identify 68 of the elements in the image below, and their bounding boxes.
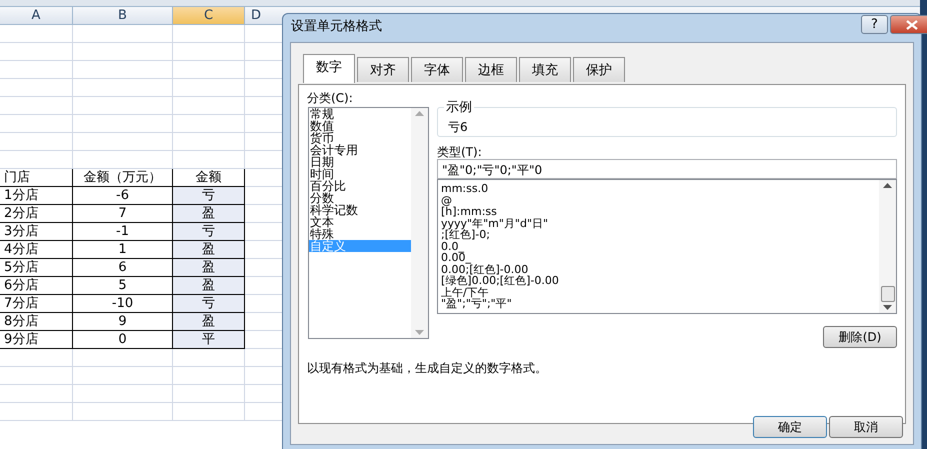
category-item[interactable]: 会计专用: [309, 144, 411, 156]
category-item[interactable]: 时间: [309, 168, 411, 180]
category-item[interactable]: 常规: [309, 108, 411, 120]
scrollbar-thumb[interactable]: [880, 286, 894, 302]
format-item[interactable]: 上午/下午: [441, 286, 879, 298]
table-cell: 5分店: [0, 259, 73, 277]
table-cell: 6分店: [0, 277, 73, 295]
tab[interactable]: 数字: [303, 54, 355, 82]
column-heading: 金额（万元）: [73, 169, 173, 187]
dialog-title: 设置单元格格式: [290, 18, 382, 36]
format-item[interactable]: 0.00;[红色]-0.00: [441, 264, 879, 275]
column-header[interactable]: B: [73, 7, 173, 25]
tab[interactable]: 字体: [411, 57, 463, 82]
tab[interactable]: 保护: [573, 57, 625, 82]
category-label: 分类(C):: [307, 90, 353, 107]
category-item[interactable]: 百分比: [309, 180, 411, 192]
table-cell: 亏: [173, 223, 245, 241]
category-item[interactable]: 数值: [309, 120, 411, 132]
format-item[interactable]: [h]:mm:ss: [441, 206, 879, 218]
category-item[interactable]: 日期: [309, 156, 411, 168]
table-cell: 4分店: [0, 241, 73, 259]
column-header[interactable]: C: [173, 7, 245, 25]
format-item[interactable]: yyyy"年"m"月"d"日": [441, 218, 879, 229]
category-item[interactable]: 科学记数: [309, 204, 411, 216]
column-heading: 门店: [0, 169, 73, 187]
tab[interactable]: 边框: [465, 57, 517, 82]
type-label: 类型(T):: [437, 144, 482, 161]
table-cell: 8分店: [0, 313, 73, 331]
close-icon: [906, 20, 918, 30]
table-cell: 盈: [173, 277, 245, 295]
table-cell: 1分店: [0, 187, 73, 205]
table-cell: 盈: [173, 241, 245, 259]
category-item[interactable]: 文本: [309, 216, 411, 228]
scroll-down-icon[interactable]: [883, 305, 892, 310]
table-cell: 亏: [173, 187, 245, 205]
scroll-up-icon[interactable]: [883, 183, 892, 188]
table-cell: 盈: [173, 205, 245, 223]
table-cell: 平: [173, 331, 245, 349]
table-cell: 3分店: [0, 223, 73, 241]
description-text: 以现有格式为基础，生成自定义的数字格式。: [307, 360, 547, 377]
type-input-field[interactable]: "盈"0;"亏"0;"平"0: [437, 159, 897, 179]
column-header[interactable]: A: [0, 7, 73, 25]
format-item[interactable]: ;[红色]-0;: [441, 229, 879, 240]
category-list[interactable]: 常规 数值 货币 会计专用 日期 时间 百分比 分数 科学记数 文本 特殊 自定义: [308, 107, 429, 339]
table-cell: 7分店: [0, 295, 73, 313]
category-item[interactable]: 货币: [309, 132, 411, 144]
category-item[interactable]: 分数: [309, 192, 411, 204]
sample-value: 亏6: [448, 119, 468, 136]
table-cell: 盈: [173, 259, 245, 277]
help-button[interactable]: ?: [861, 15, 888, 34]
table-cell: 9分店: [0, 331, 73, 349]
category-item[interactable]: 特殊: [309, 228, 411, 240]
table-cell: 亏: [173, 295, 245, 313]
format-item[interactable]: [绿色]0.00;[红色]-0.00: [441, 275, 879, 286]
delete-button[interactable]: 删除(D): [823, 326, 897, 348]
tab[interactable]: 填充: [519, 57, 571, 82]
format-list[interactable]: mm:ss.0 @ [h]:mm:ss yyyy"年"m"月"d"日" ;[红色]-0; 0.0_ 0.00_ 0.00;[红色]-0.00 [绿色]0.00;[红色]-0.00 上午/下午 "盈";"亏";"平": [437, 179, 897, 314]
tab[interactable]: 对齐: [357, 57, 409, 82]
format-item[interactable]: @: [441, 194, 879, 206]
format-item[interactable]: "盈";"亏";"平": [441, 298, 879, 310]
format-item[interactable]: 0.00_: [441, 252, 879, 264]
format-item[interactable]: mm:ss.0: [441, 183, 879, 194]
cancel-button[interactable]: 取消: [829, 416, 903, 438]
ok-button[interactable]: 确定: [753, 416, 827, 438]
format-item[interactable]: 0.0_: [441, 240, 879, 252]
close-button[interactable]: [890, 15, 927, 34]
table-cell: 盈: [173, 313, 245, 331]
table-cell: 2分店: [0, 205, 73, 223]
